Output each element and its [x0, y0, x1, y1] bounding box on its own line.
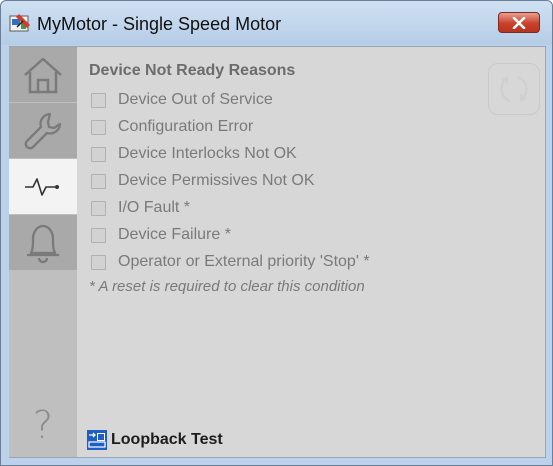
nav-alarms[interactable]: [9, 215, 77, 270]
reason-item: I/O Fault *: [91, 197, 190, 219]
reason-checkbox: [91, 146, 106, 162]
reason-checkbox: [91, 254, 106, 270]
help-icon: ?: [32, 403, 54, 447]
reason-label: Device Failure *: [118, 226, 231, 243]
close-icon: [512, 16, 526, 29]
section-title: Device Not Ready Reasons: [89, 62, 296, 79]
pulse-icon: [25, 177, 59, 196]
reason-checkbox: [91, 227, 106, 243]
home-icon: [24, 57, 62, 93]
sidebar: ?: [9, 47, 77, 457]
bell-icon: [26, 224, 60, 263]
reason-item: Device Out of Service: [91, 89, 273, 111]
title-bar[interactable]: MyMotor - Single Speed Motor: [1, 1, 552, 45]
close-button[interactable]: [498, 12, 540, 33]
reason-label: I/O Fault *: [118, 199, 191, 216]
reason-checkbox: [91, 173, 106, 189]
reason-item: Device Failure *: [91, 224, 231, 246]
reason-item: Device Permissives Not OK: [91, 170, 315, 192]
reason-item: Configuration Error: [91, 116, 253, 138]
reason-checkbox: [91, 119, 106, 135]
loopback-icon: [87, 430, 107, 450]
reason-item: Operator or External priority 'Stop' *: [91, 251, 370, 273]
wrench-icon: [24, 112, 62, 149]
app-icon: [9, 14, 30, 32]
loopback-label: Loopback Test: [111, 431, 223, 448]
reset-note: * A reset is required to clear this cond…: [89, 278, 365, 295]
nav-diagnostics[interactable]: [9, 159, 77, 214]
window-title: MyMotor - Single Speed Motor: [37, 14, 282, 34]
reason-label: Operator or External priority 'Stop' *: [118, 253, 370, 270]
reason-label: Configuration Error: [118, 118, 254, 135]
reason-label: Device Interlocks Not OK: [118, 145, 297, 162]
reason-label: Device Permissives Not OK: [118, 172, 315, 189]
help-button[interactable]: ?: [9, 397, 77, 453]
not-ready-panel: Device Not Ready Reasons Device Out of S…: [79, 56, 519, 416]
nav-home[interactable]: [9, 47, 77, 102]
reason-checkbox: [91, 92, 106, 108]
nav-configuration[interactable]: [9, 103, 77, 158]
loopback-test-link[interactable]: Loopback Test: [87, 429, 223, 451]
faceplate-window: MyMotor - Single Speed Motor ? Device No…: [0, 0, 553, 466]
reason-item: Device Interlocks Not OK: [91, 143, 297, 165]
reason-checkbox: [91, 200, 106, 216]
reason-label: Device Out of Service: [118, 91, 273, 108]
